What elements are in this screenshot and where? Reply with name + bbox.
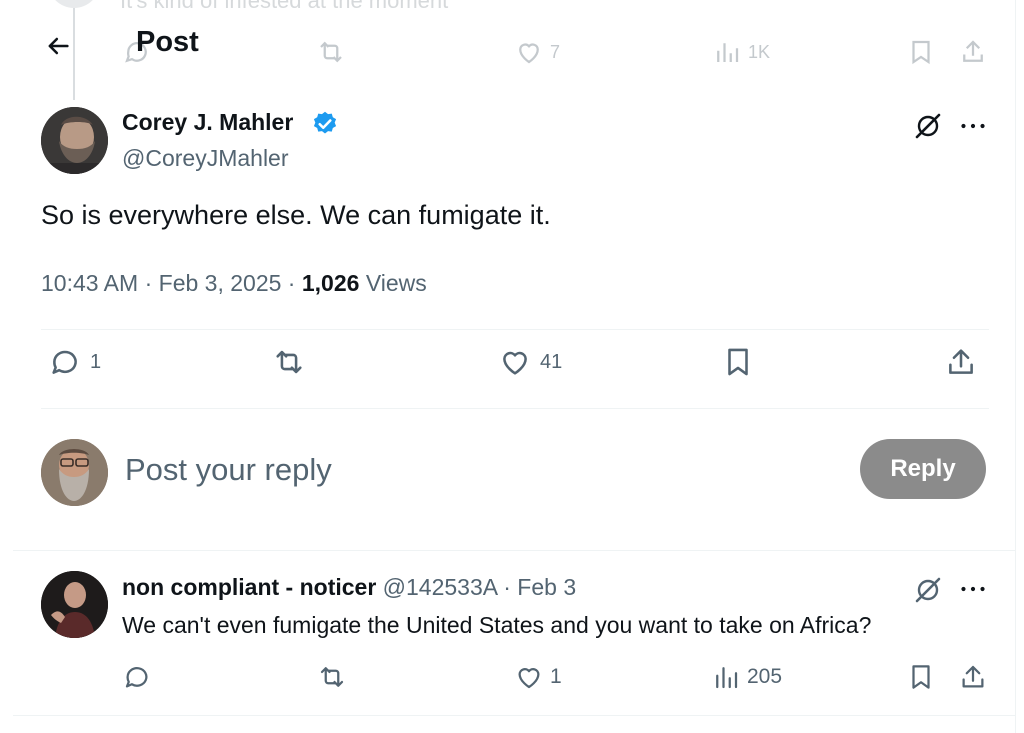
like-action[interactable]: 41 xyxy=(498,345,562,379)
grok-icon[interactable] xyxy=(913,575,943,605)
bookmark-action[interactable] xyxy=(721,345,755,379)
verified-badge-icon xyxy=(313,111,337,134)
share-icon xyxy=(962,665,984,688)
divider xyxy=(41,329,989,330)
previous-like-action[interactable]: 7 xyxy=(514,37,560,67)
reply-bookmark-action[interactable] xyxy=(906,662,936,692)
previous-views-action[interactable]: 1K xyxy=(712,37,770,67)
author-avatar-image xyxy=(41,107,108,174)
meta-separator: · xyxy=(287,270,302,296)
reply-author-name[interactable]: non compliant - noticer xyxy=(122,574,376,600)
author-name[interactable]: Corey J. Mahler xyxy=(122,109,293,136)
author-avatar[interactable] xyxy=(41,107,108,174)
views-count: 1,026 xyxy=(301,270,360,296)
reply-like-count: 1 xyxy=(550,665,562,688)
divider xyxy=(13,715,1015,716)
heart-icon xyxy=(503,351,527,375)
previous-share-action[interactable] xyxy=(958,37,988,67)
reply-action[interactable]: 1 xyxy=(48,345,101,379)
more-options-button[interactable] xyxy=(958,113,988,139)
views-label: Views xyxy=(365,270,427,296)
share-action[interactable] xyxy=(944,345,978,379)
meta-separator: · xyxy=(144,270,159,296)
reply-text: We can't even fumigate the United States… xyxy=(122,612,872,638)
meta-separator: · xyxy=(503,574,518,600)
reply-tweet: non compliant - noticer @142533A · Feb 3… xyxy=(0,550,1015,716)
reply-count: 1 xyxy=(90,350,102,373)
previous-views-count: 1K xyxy=(748,41,771,62)
reply-repost-action[interactable] xyxy=(317,662,347,692)
reply-date[interactable]: Feb 3 xyxy=(517,574,576,600)
reply-header: non compliant - noticer @142533A · Feb 3 xyxy=(122,574,576,601)
previous-tweet-text: It's kind of infested at the moment xyxy=(120,0,449,13)
reply-icon xyxy=(125,667,148,688)
reply-actions: 1 205 xyxy=(0,662,1015,698)
share-icon xyxy=(949,349,973,374)
tweet-text: So is everywhere else. We can fumigate i… xyxy=(41,200,551,230)
bookmark-icon xyxy=(728,348,748,376)
like-count: 41 xyxy=(540,350,563,373)
bookmark-icon xyxy=(912,665,930,689)
reply-more-options-button[interactable] xyxy=(958,576,988,602)
tweet-metadata: 10:43 AM · Feb 3, 2025 · 1,026 Views xyxy=(41,270,427,297)
repost-icon xyxy=(320,667,344,687)
back-button[interactable] xyxy=(40,28,76,64)
previous-tweet-avatar xyxy=(48,0,100,8)
divider xyxy=(41,408,989,409)
heart-icon xyxy=(518,668,540,689)
previous-like-count: 7 xyxy=(550,41,561,62)
repost-icon xyxy=(276,350,302,374)
column-border xyxy=(1015,0,1016,733)
current-user-avatar[interactable] xyxy=(41,439,108,506)
tweet-date[interactable]: Feb 3, 2025 xyxy=(159,270,282,296)
more-horizontal-icon xyxy=(961,123,985,129)
bookmark-icon xyxy=(912,40,930,65)
reply-composer: Post your reply Reply xyxy=(0,430,1015,520)
more-horizontal-icon xyxy=(961,586,985,592)
tweet-actions: 1 41 xyxy=(0,345,1015,397)
views-icon xyxy=(716,667,738,689)
previous-bookmark-action[interactable] xyxy=(906,37,936,67)
grok-icon[interactable] xyxy=(913,111,943,141)
post-page: It's kind of infested at the moment 7 1K xyxy=(0,0,1024,733)
reply-author-handle[interactable]: @142533A xyxy=(383,574,497,600)
top-header: Post xyxy=(0,20,400,70)
views-icon xyxy=(717,43,739,62)
reply-icon xyxy=(52,350,77,374)
reply-reply-action[interactable] xyxy=(122,662,152,692)
author-handle[interactable]: @CoreyJMahler xyxy=(122,145,289,172)
page-title: Post xyxy=(136,26,199,58)
reply-input[interactable]: Post your reply xyxy=(125,452,332,488)
share-icon xyxy=(963,40,983,62)
repost-action[interactable] xyxy=(272,345,306,379)
reply-author-avatar-image xyxy=(41,571,108,638)
reply-share-action[interactable] xyxy=(958,662,988,692)
tweet-time[interactable]: 10:43 AM xyxy=(41,270,138,296)
heart-icon xyxy=(519,43,539,64)
reply-views-action[interactable]: 205 xyxy=(711,662,782,692)
divider xyxy=(13,550,1015,551)
current-user-avatar-image xyxy=(41,439,108,506)
reply-author-avatar[interactable] xyxy=(41,571,108,638)
reply-button[interactable]: Reply xyxy=(860,439,986,499)
reply-views-count: 205 xyxy=(747,665,783,688)
arrow-left-icon xyxy=(48,37,69,55)
reply-like-action[interactable]: 1 xyxy=(514,662,562,692)
